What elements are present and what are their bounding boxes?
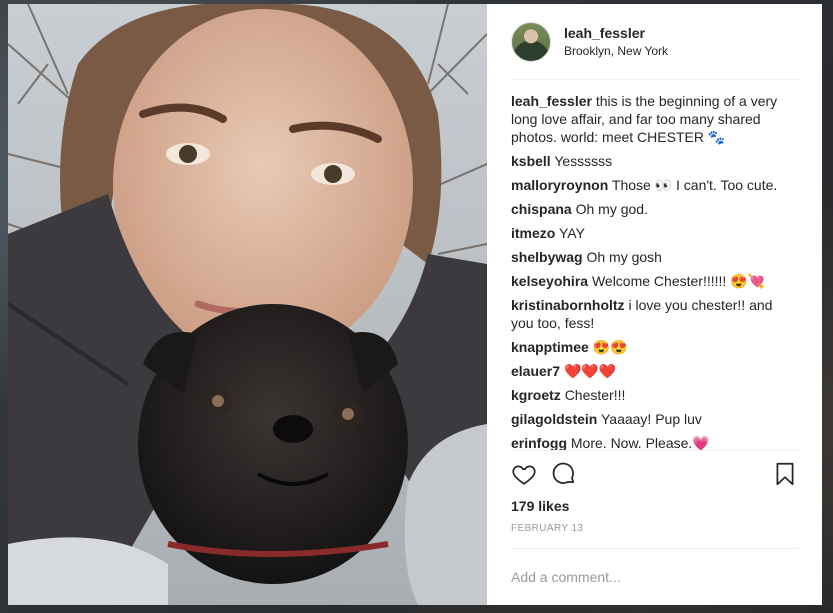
add-comment-section bbox=[511, 549, 798, 605]
post-modal: leah_fessler Brooklyn, New York leah_fes… bbox=[8, 4, 822, 605]
comment-text: More. Now. Please.💗 bbox=[570, 435, 710, 450]
comment: kelseyohira Welcome Chester!!!!!! 😍💘 bbox=[511, 272, 798, 290]
post-author-username[interactable]: leah_fessler bbox=[564, 24, 668, 42]
comment-username[interactable]: kgroetz bbox=[511, 387, 561, 403]
comment-list: leah_fessler this is the beginning of a … bbox=[511, 80, 798, 450]
comment-username[interactable]: itmezo bbox=[511, 225, 555, 241]
comment-text: Chester!!! bbox=[564, 387, 626, 403]
comment: kristinabornholtz i love you chester!! a… bbox=[511, 296, 798, 332]
comment-username[interactable]: kelseyohira bbox=[511, 273, 588, 289]
action-bar bbox=[511, 450, 798, 497]
comment-username[interactable]: kristinabornholtz bbox=[511, 297, 625, 313]
add-comment-input[interactable] bbox=[511, 569, 798, 585]
comment: erinfogg More. Now. Please.💗 bbox=[511, 434, 798, 450]
comment: ksbell Yessssss bbox=[511, 152, 798, 170]
bookmark-icon[interactable] bbox=[772, 461, 798, 487]
comment-username[interactable]: malloryroynon bbox=[511, 177, 608, 193]
speech-bubble-icon[interactable] bbox=[551, 461, 577, 487]
comment: shelbywag Oh my gosh bbox=[511, 248, 798, 266]
post-details-panel: leah_fessler Brooklyn, New York leah_fes… bbox=[487, 4, 822, 605]
comment-username[interactable]: gilagoldstein bbox=[511, 411, 597, 427]
comment: knapptimee 😍😍 bbox=[511, 338, 798, 356]
selfie-with-pug-image bbox=[8, 4, 487, 605]
comment: malloryroynon Those 👀 I can't. Too cute. bbox=[511, 176, 798, 194]
post-photo[interactable] bbox=[8, 4, 487, 605]
comment-text: Oh my god. bbox=[575, 201, 648, 217]
comment-username[interactable]: elauer7 bbox=[511, 363, 560, 379]
comment-text: Yaaaay! Pup luv bbox=[600, 411, 702, 427]
post-date[interactable]: FEBRUARY 13 bbox=[511, 523, 798, 549]
comment: elauer7 ❤️❤️❤️ bbox=[511, 362, 798, 380]
comment: gilagoldstein Yaaaay! Pup luv bbox=[511, 410, 798, 428]
post-header-text: leah_fessler Brooklyn, New York bbox=[564, 24, 668, 60]
post-location[interactable]: Brooklyn, New York bbox=[564, 42, 668, 60]
comment-text: Oh my gosh bbox=[586, 249, 662, 265]
like-count[interactable]: 179 likes bbox=[511, 497, 798, 515]
comment-text: Welcome Chester!!!!!! 😍💘 bbox=[591, 273, 766, 289]
comment-text: Yessssss bbox=[554, 153, 613, 169]
comment: kgroetz Chester!!! bbox=[511, 386, 798, 404]
comment-text: Those 👀 I can't. Too cute. bbox=[611, 177, 778, 193]
comment-username[interactable]: shelbywag bbox=[511, 249, 583, 265]
comment-text: 😍😍 bbox=[592, 339, 628, 355]
comment-username[interactable]: erinfogg bbox=[511, 435, 567, 450]
comment-username[interactable]: chispana bbox=[511, 201, 572, 217]
comment-username[interactable]: leah_fessler bbox=[511, 93, 592, 109]
comment-username[interactable]: ksbell bbox=[511, 153, 551, 169]
comment: itmezo YAY bbox=[511, 224, 798, 242]
post-header: leah_fessler Brooklyn, New York bbox=[511, 4, 798, 80]
caption: leah_fessler this is the beginning of a … bbox=[511, 92, 798, 146]
avatar[interactable] bbox=[511, 21, 551, 62]
comment-text: YAY bbox=[558, 225, 585, 241]
comment-text: ❤️❤️❤️ bbox=[563, 363, 617, 379]
comment-username[interactable]: knapptimee bbox=[511, 339, 589, 355]
comment: chispana Oh my god. bbox=[511, 200, 798, 218]
heart-icon[interactable] bbox=[511, 461, 537, 487]
